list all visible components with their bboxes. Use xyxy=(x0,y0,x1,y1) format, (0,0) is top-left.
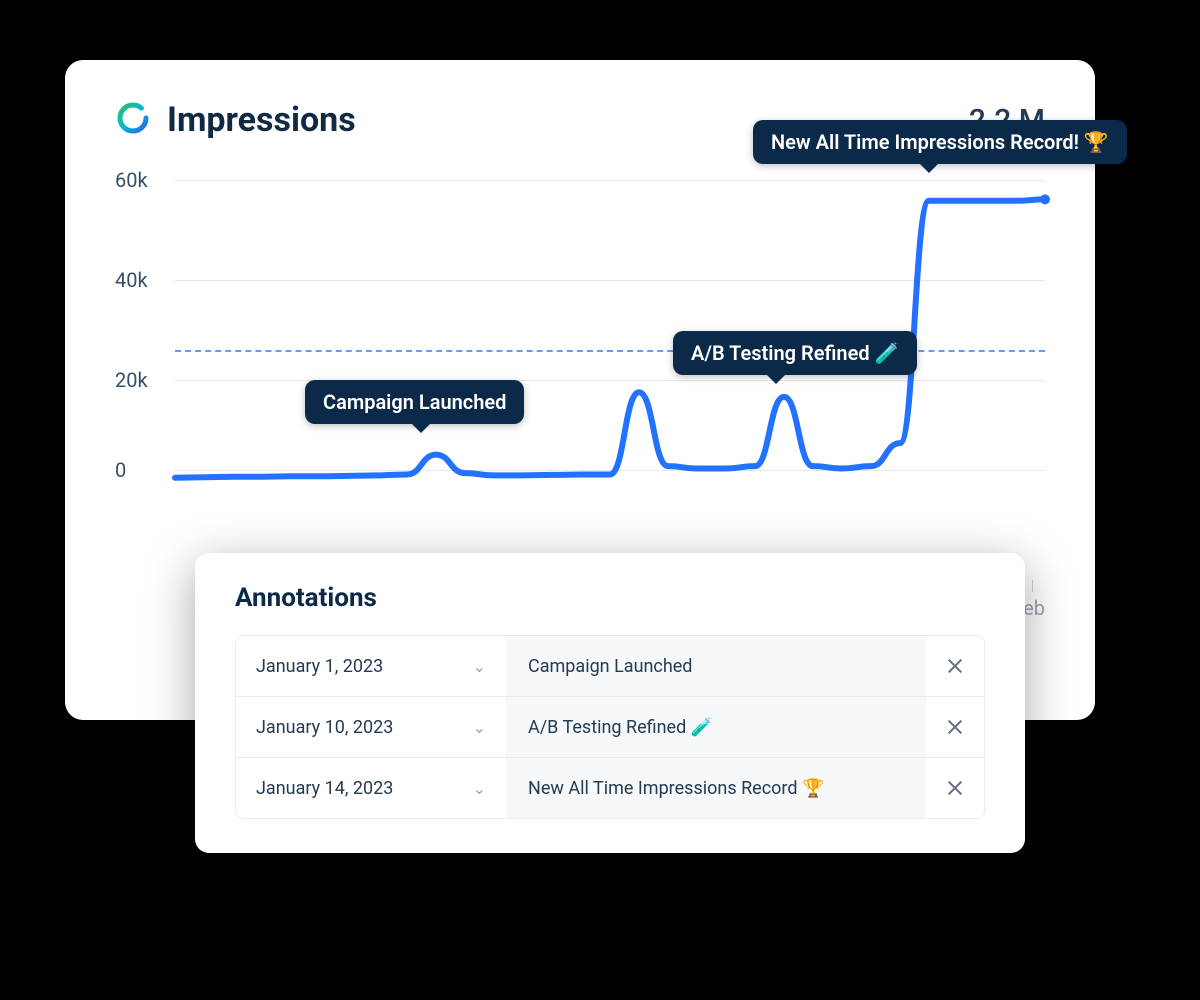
annotation-record: New All Time Impressions Record! 🏆 xyxy=(753,120,1127,164)
close-icon xyxy=(946,779,964,797)
y-tick-20k: 20k xyxy=(115,368,148,392)
annotation-label-cell[interactable]: Campaign Launched xyxy=(506,636,926,696)
card-title: Impressions xyxy=(167,100,356,140)
annotation-row: January 14, 2023 ⌄ New All Time Impressi… xyxy=(236,757,984,818)
annotation-date-picker[interactable]: January 1, 2023 ⌄ xyxy=(236,636,506,696)
annotation-label: Campaign Launched xyxy=(528,656,692,677)
y-tick-40k: 40k xyxy=(115,268,148,292)
annotations-table: January 1, 2023 ⌄ Campaign Launched Janu… xyxy=(235,635,985,819)
close-icon xyxy=(946,657,964,675)
y-tick-60k: 60k xyxy=(115,168,148,192)
impressions-chart: 60k 40k 20k 0 Campaign Launched xyxy=(115,170,1045,550)
chevron-down-icon: ⌄ xyxy=(473,657,486,676)
annotation-delete-button[interactable] xyxy=(926,636,984,696)
annotation-row: January 1, 2023 ⌄ Campaign Launched xyxy=(236,636,984,696)
annotation-date: January 10, 2023 xyxy=(256,717,393,738)
logo-ring-icon xyxy=(115,100,151,140)
annotation-ab-testing: A/B Testing Refined 🧪 xyxy=(673,331,917,375)
close-icon xyxy=(946,718,964,736)
annotation-label-cell[interactable]: A/B Testing Refined 🧪 xyxy=(506,697,926,757)
annotation-date-picker[interactable]: January 14, 2023 ⌄ xyxy=(236,758,506,818)
annotation-delete-button[interactable] xyxy=(926,697,984,757)
annotation-label: A/B Testing Refined 🧪 xyxy=(691,341,899,365)
x-tick-mark xyxy=(1032,580,1033,592)
annotation-date-picker[interactable]: January 10, 2023 ⌄ xyxy=(236,697,506,757)
series-end-dot xyxy=(1040,194,1050,204)
annotation-label-cell[interactable]: New All Time Impressions Record 🏆 xyxy=(506,758,926,818)
annotation-label: A/B Testing Refined 🧪 xyxy=(528,717,713,738)
annotation-delete-button[interactable] xyxy=(926,758,984,818)
annotations-title: Annotations xyxy=(235,583,985,613)
chart-svg xyxy=(175,170,1045,480)
annotation-row: January 10, 2023 ⌄ A/B Testing Refined 🧪 xyxy=(236,696,984,757)
annotation-label: New All Time Impressions Record! 🏆 xyxy=(771,130,1109,154)
annotation-campaign-launched: Campaign Launched xyxy=(305,380,524,424)
annotation-label: New All Time Impressions Record 🏆 xyxy=(528,778,824,799)
annotations-panel: Annotations January 1, 2023 ⌄ Campaign L… xyxy=(195,553,1025,853)
chevron-down-icon: ⌄ xyxy=(473,718,486,737)
annotation-date: January 14, 2023 xyxy=(256,778,393,799)
y-tick-0: 0 xyxy=(115,458,126,482)
annotation-date: January 1, 2023 xyxy=(256,656,383,677)
chevron-down-icon: ⌄ xyxy=(473,779,486,798)
annotation-label: Campaign Launched xyxy=(323,390,506,414)
